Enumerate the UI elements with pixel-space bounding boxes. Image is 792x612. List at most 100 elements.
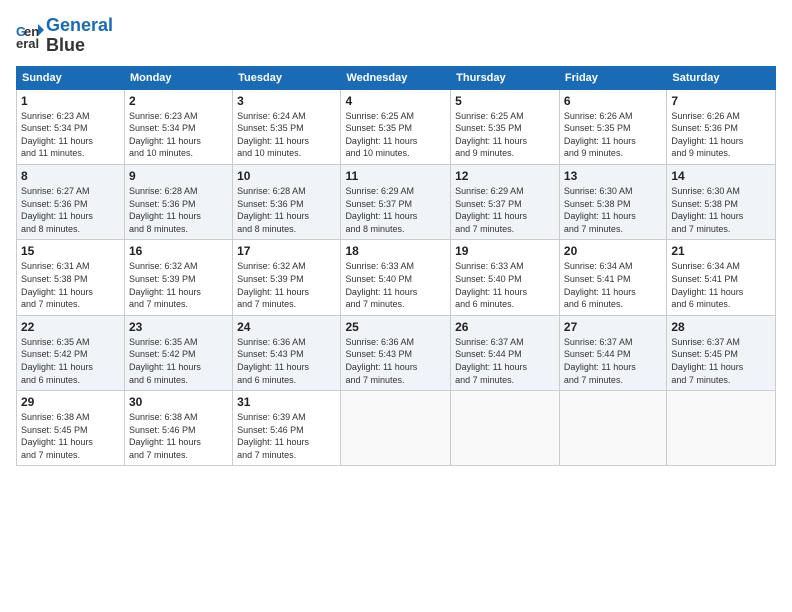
day-info: Sunrise: 6:29 AMSunset: 5:37 PMDaylight:… [455,185,555,235]
day-info: Sunrise: 6:37 AMSunset: 5:44 PMDaylight:… [564,336,662,386]
day-info: Sunrise: 6:38 AMSunset: 5:46 PMDaylight:… [129,411,228,461]
weekday-header: Wednesday [341,66,451,89]
calendar-header: SundayMondayTuesdayWednesdayThursdayFrid… [17,66,776,89]
day-info: Sunrise: 6:24 AMSunset: 5:35 PMDaylight:… [237,110,336,160]
day-info: Sunrise: 6:28 AMSunset: 5:36 PMDaylight:… [237,185,336,235]
day-number: 23 [129,320,228,334]
day-number: 8 [21,169,120,183]
calendar-cell: 13 Sunrise: 6:30 AMSunset: 5:38 PMDayligh… [559,164,666,239]
day-info: Sunrise: 6:26 AMSunset: 5:35 PMDaylight:… [564,110,662,160]
weekday-header: Saturday [667,66,776,89]
day-number: 22 [21,320,120,334]
day-number: 4 [345,94,446,108]
day-info: Sunrise: 6:30 AMSunset: 5:38 PMDaylight:… [564,185,662,235]
day-info: Sunrise: 6:32 AMSunset: 5:39 PMDaylight:… [129,260,228,310]
day-info: Sunrise: 6:34 AMSunset: 5:41 PMDaylight:… [564,260,662,310]
calendar-cell: 12 Sunrise: 6:29 AMSunset: 5:37 PMDayligh… [451,164,560,239]
day-info: Sunrise: 6:25 AMSunset: 5:35 PMDaylight:… [455,110,555,160]
calendar-cell: 31Sunrise: 6:39 AMSunset: 5:46 PMDayligh… [233,391,341,466]
day-info: Sunrise: 6:36 AMSunset: 5:43 PMDaylight:… [345,336,446,386]
calendar-cell: 23 Sunrise: 6:35 AMSunset: 5:42 PMDayligh… [124,315,232,390]
calendar-cell: 7 Sunrise: 6:26 AMSunset: 5:36 PMDaylight… [667,89,776,164]
logo-text: GeneralBlue [46,16,113,56]
day-info: Sunrise: 6:36 AMSunset: 5:43 PMDaylight:… [237,336,336,386]
calendar-cell: 5Sunrise: 6:25 AMSunset: 5:35 PMDaylight… [451,89,560,164]
logo-icon: G en eral [16,22,44,50]
calendar-cell: 4 Sunrise: 6:25 AMSunset: 5:35 PMDaylight… [341,89,451,164]
day-info: Sunrise: 6:25 AMSunset: 5:35 PMDaylight:… [345,110,446,160]
day-number: 21 [671,244,771,258]
day-info: Sunrise: 6:35 AMSunset: 5:42 PMDaylight:… [129,336,228,386]
day-number: 7 [671,94,771,108]
calendar-body: 1 Sunrise: 6:23 AMSunset: 5:34 PMDaylight… [17,89,776,466]
day-info: Sunrise: 6:23 AMSunset: 5:34 PMDaylight:… [21,110,120,160]
calendar-cell: 14 Sunrise: 6:30 AMSunset: 5:38 PMDayligh… [667,164,776,239]
day-info: Sunrise: 6:34 AMSunset: 5:41 PMDaylight:… [671,260,771,310]
day-number: 1 [21,94,120,108]
calendar-cell [451,391,560,466]
calendar: SundayMondayTuesdayWednesdayThursdayFrid… [16,66,776,467]
day-number: 11 [345,169,446,183]
calendar-cell: 9 Sunrise: 6:28 AMSunset: 5:36 PMDaylight… [124,164,232,239]
calendar-cell: 30 Sunrise: 6:38 AMSunset: 5:46 PMDayligh… [124,391,232,466]
calendar-cell: 28 Sunrise: 6:37 AMSunset: 5:45 PMDayligh… [667,315,776,390]
calendar-cell: 10 Sunrise: 6:28 AMSunset: 5:36 PMDayligh… [233,164,341,239]
calendar-cell [667,391,776,466]
day-number: 14 [671,169,771,183]
day-info: Sunrise: 6:29 AMSunset: 5:37 PMDaylight:… [345,185,446,235]
calendar-cell: 11 Sunrise: 6:29 AMSunset: 5:37 PMDayligh… [341,164,451,239]
weekday-header: Thursday [451,66,560,89]
day-info: Sunrise: 6:39 AMSunset: 5:46 PMDaylight:… [237,411,336,461]
calendar-cell: 22 Sunrise: 6:35 AMSunset: 5:42 PMDayligh… [17,315,125,390]
calendar-cell: 8 Sunrise: 6:27 AMSunset: 5:36 PMDaylight… [17,164,125,239]
day-info: Sunrise: 6:23 AMSunset: 5:34 PMDaylight:… [129,110,228,160]
day-number: 13 [564,169,662,183]
page: G en eral GeneralBlue SundayMondayTuesda… [0,0,792,612]
calendar-cell: 25 Sunrise: 6:36 AMSunset: 5:43 PMDayligh… [341,315,451,390]
calendar-cell: 20 Sunrise: 6:34 AMSunset: 5:41 PMDayligh… [559,240,666,315]
svg-text:eral: eral [16,36,39,50]
day-number: 25 [345,320,446,334]
day-info: Sunrise: 6:37 AMSunset: 5:44 PMDaylight:… [455,336,555,386]
calendar-cell: 1 Sunrise: 6:23 AMSunset: 5:34 PMDaylight… [17,89,125,164]
day-number: 26 [455,320,555,334]
calendar-cell: 26 Sunrise: 6:37 AMSunset: 5:44 PMDayligh… [451,315,560,390]
weekday-header: Friday [559,66,666,89]
calendar-cell: 2 Sunrise: 6:23 AMSunset: 5:34 PMDaylight… [124,89,232,164]
weekday-row: SundayMondayTuesdayWednesdayThursdayFrid… [17,66,776,89]
day-info: Sunrise: 6:30 AMSunset: 5:38 PMDaylight:… [671,185,771,235]
day-number: 2 [129,94,228,108]
day-number: 24 [237,320,336,334]
calendar-cell: 29Sunrise: 6:38 AMSunset: 5:45 PMDayligh… [17,391,125,466]
day-number: 28 [671,320,771,334]
day-number: 17 [237,244,336,258]
weekday-header: Tuesday [233,66,341,89]
calendar-cell: 18 Sunrise: 6:33 AMSunset: 5:40 PMDayligh… [341,240,451,315]
calendar-cell: 3 Sunrise: 6:24 AMSunset: 5:35 PMDaylight… [233,89,341,164]
day-info: Sunrise: 6:33 AMSunset: 5:40 PMDaylight:… [345,260,446,310]
day-number: 16 [129,244,228,258]
calendar-cell: 16 Sunrise: 6:32 AMSunset: 5:39 PMDayligh… [124,240,232,315]
day-info: Sunrise: 6:33 AMSunset: 5:40 PMDaylight:… [455,260,555,310]
day-number: 12 [455,169,555,183]
day-info: Sunrise: 6:28 AMSunset: 5:36 PMDaylight:… [129,185,228,235]
day-info: Sunrise: 6:32 AMSunset: 5:39 PMDaylight:… [237,260,336,310]
calendar-cell [341,391,451,466]
day-number: 29 [21,395,120,409]
day-info: Sunrise: 6:35 AMSunset: 5:42 PMDaylight:… [21,336,120,386]
calendar-cell [559,391,666,466]
day-number: 10 [237,169,336,183]
day-number: 27 [564,320,662,334]
day-number: 30 [129,395,228,409]
day-info: Sunrise: 6:37 AMSunset: 5:45 PMDaylight:… [671,336,771,386]
weekday-header: Monday [124,66,232,89]
day-number: 20 [564,244,662,258]
day-number: 18 [345,244,446,258]
day-number: 9 [129,169,228,183]
day-info: Sunrise: 6:27 AMSunset: 5:36 PMDaylight:… [21,185,120,235]
day-info: Sunrise: 6:26 AMSunset: 5:36 PMDaylight:… [671,110,771,160]
calendar-cell: 24 Sunrise: 6:36 AMSunset: 5:43 PMDayligh… [233,315,341,390]
day-number: 19 [455,244,555,258]
day-number: 3 [237,94,336,108]
weekday-header: Sunday [17,66,125,89]
